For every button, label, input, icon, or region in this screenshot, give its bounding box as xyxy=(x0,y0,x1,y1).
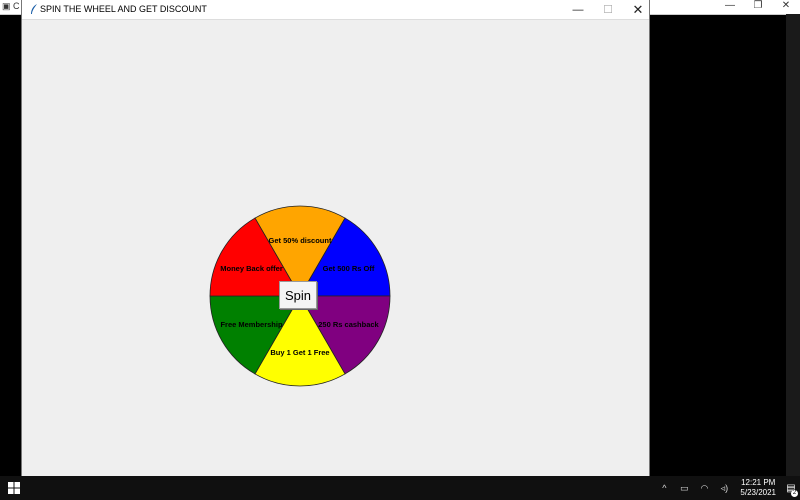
feather-icon xyxy=(31,4,37,14)
minimize-icon: — xyxy=(572,3,584,16)
background-restore-icon[interactable]: ❐ xyxy=(744,0,772,14)
background-window-controls: — ❐ ✕ xyxy=(716,0,800,14)
wifi-icon[interactable]: ◠ xyxy=(697,481,711,495)
volume-icon[interactable]: ◃) xyxy=(717,481,731,495)
wheel-segment-label: Get 500 Rs Off xyxy=(323,264,375,273)
close-button[interactable]: ✕ xyxy=(623,0,653,19)
maximize-icon: ☐ xyxy=(603,4,613,16)
chevron-up-icon[interactable]: ^ xyxy=(657,481,671,495)
background-scrollbar[interactable] xyxy=(786,14,800,476)
system-tray: ^ ▭ ◠ ◃) 12:21 PM 5/23/2021 ▤ 2 xyxy=(654,476,800,500)
battery-icon[interactable]: ▭ xyxy=(677,481,691,495)
wheel-segment-label: Get 50% discount xyxy=(269,236,332,245)
notification-badge: 2 xyxy=(791,490,798,497)
clock-date: 5/23/2021 xyxy=(740,488,776,497)
spin-button[interactable]: Spin xyxy=(279,281,317,309)
window-titlebar[interactable]: SPIN THE WHEEL AND GET DISCOUNT — ☐ ✕ xyxy=(22,0,649,20)
clock[interactable]: 12:21 PM 5/23/2021 xyxy=(740,478,776,498)
app-window: SPIN THE WHEEL AND GET DISCOUNT — ☐ ✕ Ge… xyxy=(21,0,650,500)
notification-button[interactable]: ▤ 2 xyxy=(782,476,800,500)
clock-time: 12:21 PM xyxy=(741,478,776,487)
window-title: SPIN THE WHEEL AND GET DISCOUNT xyxy=(40,4,207,14)
maximize-button[interactable]: ☐ xyxy=(593,0,623,19)
minimize-button[interactable]: — xyxy=(563,0,593,19)
wheel-segment-label: Buy 1 Get 1 Free xyxy=(270,348,329,357)
background-window-icon: ▣ C xyxy=(2,1,20,11)
close-icon: ✕ xyxy=(632,1,644,17)
wheel-segment-label: Free Membership xyxy=(220,320,283,329)
taskbar: ^ ▭ ◠ ◃) 12:21 PM 5/23/2021 ▤ 2 xyxy=(0,476,800,500)
windows-logo-icon[interactable] xyxy=(8,482,20,494)
wheel-segment-label: Money Back offer xyxy=(220,264,283,273)
wheel-segment-label: 250 Rs cashback xyxy=(318,320,379,329)
background-minimize-icon[interactable]: — xyxy=(716,0,744,14)
background-close-icon[interactable]: ✕ xyxy=(772,0,800,14)
